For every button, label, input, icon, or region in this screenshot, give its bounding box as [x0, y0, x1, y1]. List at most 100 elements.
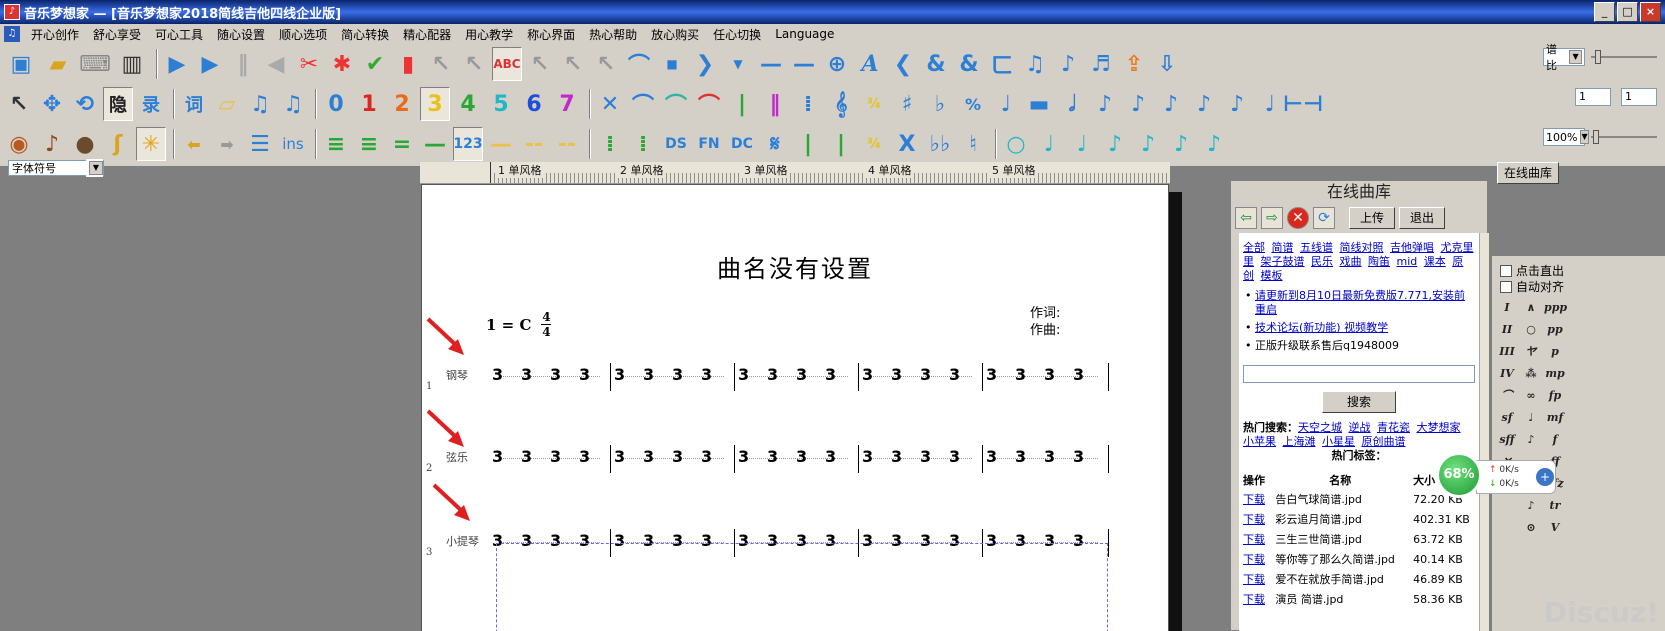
download-link[interactable]: 下载	[1239, 509, 1271, 529]
category-link[interactable]: mid	[1397, 255, 1418, 268]
note[interactable]: 3	[949, 365, 960, 384]
note[interactable]: 3	[862, 447, 873, 466]
download-link[interactable]: 下载	[1239, 589, 1271, 609]
half-note-icon[interactable]: 𝅗𝅥	[1057, 87, 1087, 121]
exit-button[interactable]: 退出	[1399, 207, 1445, 229]
pause-icon[interactable]: ‖	[228, 47, 258, 81]
note[interactable]: 3	[492, 447, 503, 466]
category-link[interactable]: 模板	[1261, 269, 1283, 282]
score-sheet[interactable]: 曲名没有设置 1 = C 4 4 作词: 作曲: 钢琴 1 3333333333…	[421, 184, 1169, 631]
dash-3-icon[interactable]: --	[552, 127, 582, 161]
repeat-start-icon[interactable]: ⁞	[595, 127, 625, 161]
note[interactable]: 3	[986, 365, 997, 384]
menu-item-settings[interactable]: 随心设置	[210, 26, 272, 43]
menu-item-language[interactable]: Language	[768, 27, 841, 41]
news-item[interactable]: 技术论坛(新功能) 视频教学	[1243, 321, 1475, 335]
fingering-3-icon[interactable]: ↖	[459, 47, 489, 81]
download-icon[interactable]: ⇩	[1152, 47, 1182, 81]
note[interactable]: 3	[579, 447, 590, 466]
time-signature-icon[interactable]: ¾	[859, 87, 889, 121]
hide-tool[interactable]: 隐	[103, 87, 133, 121]
category-link[interactable]: 吉他弹唱	[1390, 241, 1434, 254]
note[interactable]: 3	[825, 447, 836, 466]
select-arrow-icon[interactable]: ↖	[4, 87, 34, 121]
search-button[interactable]: 搜索	[1322, 391, 1396, 413]
palette-symbol[interactable]: ∧	[1520, 298, 1542, 318]
palette-symbol[interactable]: p	[1544, 342, 1566, 362]
palette-symbol[interactable]: ppp	[1544, 298, 1567, 318]
teal-note-1-icon[interactable]: ♩	[1034, 127, 1064, 161]
slur-icon[interactable]: ⌒	[628, 87, 658, 121]
staff-row[interactable]: 钢琴 1 33333333333333333333	[422, 363, 1170, 403]
repeat-end-icon[interactable]: ⁞	[628, 127, 658, 161]
volta-icon[interactable]: ㄈ	[987, 47, 1017, 81]
palette-symbol[interactable]: ⌒	[1496, 386, 1518, 406]
fn-tool[interactable]: FN	[694, 127, 724, 161]
stem-icon[interactable]: ♩	[1255, 87, 1285, 121]
news-item[interactable]: 请更新到8月10日最新免费版7.771,安装前重启	[1243, 289, 1475, 317]
category-link[interactable]: 简线对照	[1340, 241, 1384, 254]
refresh-icon[interactable]: ⟳	[1313, 207, 1335, 229]
zoom-slider[interactable]	[1591, 128, 1657, 146]
note[interactable]: 3	[796, 365, 807, 384]
note[interactable]: 3	[949, 447, 960, 466]
cut-icon[interactable]: ✂	[294, 47, 324, 81]
ds-tool[interactable]: DS	[661, 127, 691, 161]
note[interactable]: 3	[1044, 447, 1055, 466]
credits[interactable]: 作词: 作曲:	[1030, 305, 1060, 339]
note[interactable]: 3	[738, 365, 749, 384]
palette-symbol[interactable]: ♩	[1520, 408, 1542, 428]
note[interactable]: 3	[1044, 365, 1055, 384]
number-0[interactable]: 0	[321, 87, 351, 121]
tenuto-icon[interactable]: —	[756, 47, 786, 81]
staff-lines-1-icon[interactable]: =	[387, 127, 417, 161]
sharp-icon[interactable]: ♯	[892, 87, 922, 121]
palette-symbol[interactable]: pp	[1544, 320, 1566, 340]
note[interactable]: 3	[738, 447, 749, 466]
barline-icon[interactable]: |	[727, 87, 757, 121]
palette-symbol[interactable]: mp	[1544, 364, 1566, 384]
category-link[interactable]: 五线谱	[1300, 241, 1333, 254]
note[interactable]: 3	[521, 447, 532, 466]
drum-icon[interactable]: ◉	[4, 127, 34, 161]
category-link[interactable]: 简谱	[1272, 241, 1294, 254]
repeat-barline-icon[interactable]: ⁞	[793, 87, 823, 121]
flag-note-icon[interactable]: ♪	[1053, 47, 1083, 81]
palette-symbol[interactable]	[1496, 518, 1518, 538]
grace-note-icon[interactable]: ♬	[1086, 47, 1116, 81]
click-direct-checkbox[interactable]: 点击直出	[1500, 262, 1564, 279]
number-4[interactable]: 4	[453, 87, 483, 121]
x-note-icon[interactable]: X	[892, 127, 922, 161]
flat-icon[interactable]: ♭	[925, 87, 955, 121]
spell-check-icon[interactable]: ABC	[492, 47, 522, 81]
staff-lines-2-icon[interactable]: ≡	[354, 127, 384, 161]
add-icon[interactable]: +	[1536, 468, 1554, 486]
hot-search-link[interactable]: 小星星	[1322, 435, 1355, 448]
hot-search-link[interactable]: 青花瓷	[1377, 421, 1410, 434]
note[interactable]: 3	[767, 365, 778, 384]
download-link[interactable]: 下载	[1239, 529, 1271, 549]
teal-note-5-icon[interactable]: ♪	[1166, 127, 1196, 161]
category-link[interactable]: 课本	[1424, 255, 1446, 268]
upload-icon[interactable]: ⇪	[1119, 47, 1149, 81]
number-2[interactable]: 2	[387, 87, 417, 121]
measure-span-icon[interactable]: ⊢⊣	[1283, 87, 1323, 121]
sixteenth-pair-icon[interactable]: ♫	[278, 87, 308, 121]
palette-symbol[interactable]: sf	[1496, 408, 1518, 428]
note[interactable]: 3	[521, 365, 532, 384]
note[interactable]: 3	[920, 365, 931, 384]
number-1[interactable]: 1	[354, 87, 384, 121]
score-title[interactable]: 曲名没有设置	[422, 249, 1168, 284]
stop-icon[interactable]: ✕	[1287, 207, 1309, 229]
palette-symbol[interactable]: ⁂	[1520, 364, 1542, 384]
keyboard-icon[interactable]: ⌨	[78, 47, 112, 81]
lines-icon[interactable]: ☰	[245, 127, 275, 161]
bar-green-icon[interactable]: |	[793, 127, 823, 161]
maximize-button[interactable]: □	[1617, 2, 1638, 22]
note[interactable]: 3	[701, 447, 712, 466]
teal-note-2-icon[interactable]: ♩	[1067, 127, 1097, 161]
number-6[interactable]: 6	[519, 87, 549, 121]
palette-symbol[interactable]: sff	[1496, 430, 1518, 450]
note[interactable]: 3	[672, 365, 683, 384]
menu-item-teach[interactable]: 用心教学	[458, 26, 520, 43]
